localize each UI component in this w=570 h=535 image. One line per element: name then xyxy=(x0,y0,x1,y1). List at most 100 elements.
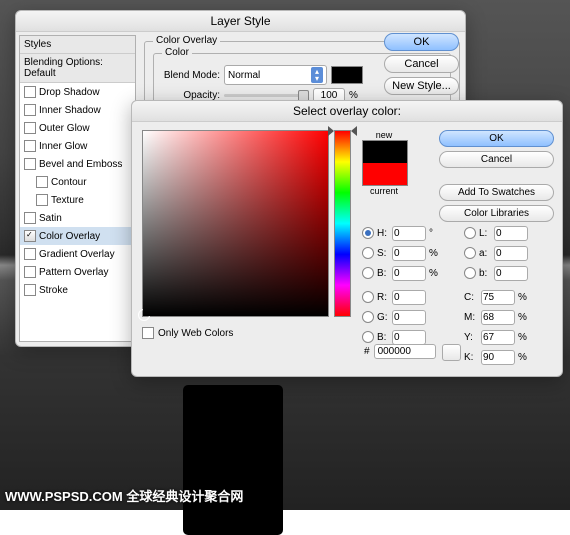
sidebar-item-contour[interactable]: Contour xyxy=(20,173,135,191)
new-color xyxy=(363,141,407,163)
add-swatches-button[interactable]: Add To Swatches xyxy=(439,184,554,201)
sidebar-item-stroke[interactable]: Stroke xyxy=(20,281,135,299)
blend-mode-select[interactable]: Normal▴▾ xyxy=(224,65,327,85)
sidebar-item-label: Pattern Overlay xyxy=(39,267,108,278)
checkbox[interactable] xyxy=(24,86,36,98)
color-field[interactable] xyxy=(142,130,329,317)
current-color xyxy=(363,163,407,185)
cmyk-fields: C:75% M:68% Y:67% K:90% xyxy=(464,286,528,368)
y-label: Y: xyxy=(464,332,478,343)
ok-button[interactable]: OK xyxy=(439,130,554,147)
sidebar-item-label: Satin xyxy=(39,213,62,224)
h-label: H: xyxy=(377,228,389,239)
hue-slider[interactable] xyxy=(334,130,351,317)
checkbox[interactable] xyxy=(24,104,36,116)
checkbox[interactable] xyxy=(24,212,36,224)
hex-input[interactable] xyxy=(374,344,436,359)
checkbox[interactable] xyxy=(24,122,36,134)
lab-b-label: b: xyxy=(479,268,491,279)
b-label: B: xyxy=(377,268,389,279)
sidebar-item-outer-glow[interactable]: Outer Glow xyxy=(20,119,135,137)
h-radio[interactable] xyxy=(362,227,374,239)
preview-swatch[interactable] xyxy=(362,140,408,186)
k-label: K: xyxy=(464,352,478,363)
sidebar-item-pattern-overlay[interactable]: Pattern Overlay xyxy=(20,263,135,281)
styles-sidebar: Styles Blending Options: Default Drop Sh… xyxy=(19,35,136,342)
checkbox[interactable] xyxy=(24,284,36,296)
m-input[interactable]: 68 xyxy=(481,310,515,325)
hsb-fields: H:0° S:0% B:0% xyxy=(362,222,439,284)
lab-b-input[interactable]: 0 xyxy=(494,266,528,281)
sidebar-item-inner-shadow[interactable]: Inner Shadow xyxy=(20,101,135,119)
r-label: R: xyxy=(377,292,389,303)
color-libraries-button[interactable]: Color Libraries xyxy=(439,205,554,222)
checkbox[interactable] xyxy=(24,266,36,278)
layer-style-title: Layer Style xyxy=(16,11,465,32)
color-swatch[interactable] xyxy=(331,66,363,84)
r-radio[interactable] xyxy=(362,291,374,303)
s-input[interactable]: 0 xyxy=(392,246,426,261)
color-ring-icon xyxy=(138,309,150,321)
checkbox[interactable] xyxy=(24,230,36,242)
sidebar-item-label: Color Overlay xyxy=(39,231,100,242)
color-overlay-legend: Color Overlay xyxy=(153,35,220,46)
sidebar-item-bevel-and-emboss[interactable]: Bevel and Emboss xyxy=(20,155,135,173)
l-input[interactable]: 0 xyxy=(494,226,528,241)
checkbox[interactable] xyxy=(36,194,48,206)
sidebar-item-label: Texture xyxy=(51,195,84,206)
checkbox[interactable] xyxy=(24,248,36,260)
sidebar-item-color-overlay[interactable]: Color Overlay xyxy=(20,227,135,245)
only-web-colors[interactable]: Only Web Colors xyxy=(142,327,233,339)
new-style-button[interactable]: New Style... xyxy=(384,77,459,95)
s-label: S: xyxy=(377,248,389,259)
sidebar-item-label: Gradient Overlay xyxy=(39,249,115,260)
g-radio[interactable] xyxy=(362,311,374,323)
current-label: current xyxy=(362,186,406,196)
cancel-button[interactable]: Cancel xyxy=(384,55,459,73)
sidebar-item-texture[interactable]: Texture xyxy=(20,191,135,209)
opacity-slider[interactable] xyxy=(224,94,309,97)
h-input[interactable]: 0 xyxy=(392,226,426,241)
hue-indicator-right-icon xyxy=(351,126,357,136)
styles-header[interactable]: Styles xyxy=(20,36,135,54)
sidebar-item-satin[interactable]: Satin xyxy=(20,209,135,227)
sidebar-item-label: Inner Shadow xyxy=(39,105,101,116)
layer-style-buttons: OK Cancel New Style... xyxy=(384,33,459,95)
sidebar-item-label: Outer Glow xyxy=(39,123,90,134)
checkbox[interactable] xyxy=(24,158,36,170)
color-picker-title: Select overlay color: xyxy=(132,101,562,122)
sidebar-item-label: Contour xyxy=(51,177,87,188)
checkbox[interactable] xyxy=(36,176,48,188)
rgb-b-radio[interactable] xyxy=(362,331,374,343)
g-input[interactable]: 0 xyxy=(392,310,426,325)
ok-button[interactable]: OK xyxy=(384,33,459,51)
dark-object xyxy=(183,385,283,535)
m-label: M: xyxy=(464,312,478,323)
a-radio[interactable] xyxy=(464,247,476,259)
rgb-b-input[interactable]: 0 xyxy=(392,330,426,345)
rgb-b-label: B: xyxy=(377,332,389,343)
s-radio[interactable] xyxy=(362,247,374,259)
lab-b-radio[interactable] xyxy=(464,267,476,279)
cancel-button[interactable]: Cancel xyxy=(439,151,554,168)
blending-header[interactable]: Blending Options: Default xyxy=(20,54,135,83)
c-input[interactable]: 75 xyxy=(481,290,515,305)
sidebar-item-label: Inner Glow xyxy=(39,141,87,152)
checkbox[interactable] xyxy=(24,140,36,152)
b-input[interactable]: 0 xyxy=(392,266,426,281)
sidebar-item-gradient-overlay[interactable]: Gradient Overlay xyxy=(20,245,135,263)
select-arrows-icon: ▴▾ xyxy=(311,67,323,83)
r-input[interactable]: 0 xyxy=(392,290,426,305)
hue-indicator-left-icon xyxy=(328,126,334,136)
sidebar-item-drop-shadow[interactable]: Drop Shadow xyxy=(20,83,135,101)
c-label: C: xyxy=(464,292,478,303)
y-input[interactable]: 67 xyxy=(481,330,515,345)
k-input[interactable]: 90 xyxy=(481,350,515,365)
web-colors-checkbox[interactable] xyxy=(142,327,154,339)
small-square-button[interactable] xyxy=(442,344,461,361)
a-input[interactable]: 0 xyxy=(494,246,528,261)
b-radio[interactable] xyxy=(362,267,374,279)
l-radio[interactable] xyxy=(464,227,476,239)
blend-mode-label: Blend Mode: xyxy=(160,70,220,81)
sidebar-item-inner-glow[interactable]: Inner Glow xyxy=(20,137,135,155)
